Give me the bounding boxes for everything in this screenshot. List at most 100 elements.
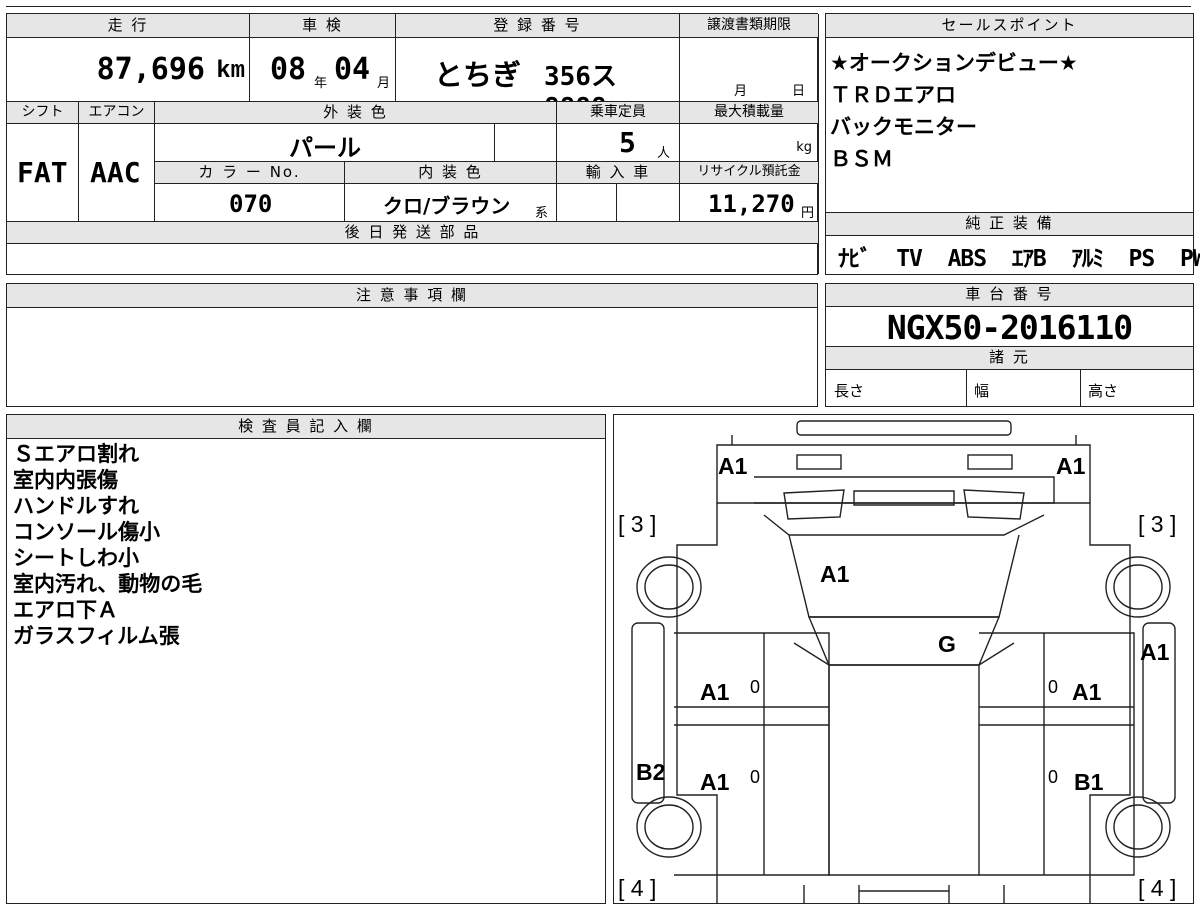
mark-side-left: B2 (636, 759, 666, 785)
ext-color-value: パール (289, 134, 361, 162)
ext-color-header: 外 装 色 (155, 102, 557, 124)
ext-color-cell: パール (155, 124, 495, 162)
inspector-line: ガラスフィルム張 (13, 624, 180, 648)
mark-zero-4: 0 (1048, 767, 1059, 787)
mileage-unit: km (216, 58, 245, 85)
sales-points-box: セールスポイント ★オークションデビュー★ ＴＲＤエアロ バックモニター ＢＳＭ (825, 13, 1194, 213)
mark-door-rr: B1 (1074, 769, 1104, 795)
inspection-year: 08 (270, 52, 307, 87)
mark-zero-3: 0 (750, 767, 761, 787)
import-cell-1 (557, 184, 617, 222)
inspector-list: Ｓエアロ割れ 室内内張傷 ハンドルすれ コンソール傷小 シートしわ小 室内汚れ、… (13, 441, 202, 649)
color-no-header: カ ラ ー No. (155, 162, 345, 184)
mileage-cell: 87,696 km (7, 38, 250, 102)
ac-cell: AAC (79, 124, 155, 222)
later-parts-header: 後 日 発 送 部 品 (7, 222, 819, 244)
color-no-value: 070 (229, 190, 273, 218)
mark-tire-rr: [ 4 ] (1138, 875, 1177, 901)
transfer-month: 月 (734, 84, 748, 99)
inspection-month: 04 (334, 52, 371, 87)
transfer-header: 譲渡書類期限 (680, 14, 819, 38)
mark-zero-1: 0 (750, 677, 761, 697)
inspector-line: エアロ下Ａ (13, 598, 118, 622)
car-diagram-box: A1 A1 [ 3 ] [ 3 ] A1 G A1 A1 0 0 A1 B2 A… (613, 414, 1194, 904)
chassis-header: 車 台 番 号 (826, 284, 1193, 307)
plate-cell: とちぎ 356ス8888 (396, 38, 680, 102)
chassis-number: NGX50-2016110 (886, 308, 1133, 347)
mark-zero-2: 0 (1048, 677, 1059, 697)
int-color-header: 内 装 色 (345, 162, 557, 184)
year-char: 年 (314, 76, 328, 91)
inspection-cell: 08 年 04 月 (250, 38, 396, 102)
sales-point-line: ＢＳＭ (830, 147, 893, 171)
mark-side-right: A1 (1140, 639, 1170, 665)
inspector-box: 検 査 員 記 入 欄 Ｓエアロ割れ 室内内張傷 ハンドルすれ コンソール傷小 … (6, 414, 606, 904)
capacity-unit: 人 (657, 146, 671, 161)
mark-door-rl: A1 (700, 769, 730, 795)
inspector-line: Ｓエアロ割れ (13, 442, 139, 466)
transfer-cell: 月 日 (680, 38, 819, 102)
car-outline (631, 420, 1176, 903)
mark-front-right: A1 (1056, 453, 1086, 479)
inspection-header: 車 検 (250, 14, 396, 38)
inspector-line: 室内汚れ、動物の毛 (13, 572, 203, 596)
month-char: 月 (377, 76, 391, 91)
plate-number: 356ス8888 (544, 62, 617, 101)
spec-length: 長さ (834, 382, 865, 400)
shift-value: FAT (17, 156, 68, 189)
equipment-box: 純 正 装 備 ﾅﾋﾞ TV ABS ｴｱB ｱﾙﾐ PS PW (825, 213, 1200, 275)
import-cell-2 (617, 184, 680, 222)
chassis-box: 車 台 番 号 NGX50-2016110 諸 元 長さ 幅 高さ (825, 283, 1194, 407)
recycle-value: 11,270 (708, 190, 795, 218)
recycle-header: リサイクル預託金 (680, 162, 819, 184)
int-color-value: クロ/ブラウン (383, 194, 511, 218)
equipment-header: 純 正 装 備 (826, 213, 1193, 236)
vehicle-info-table: 走 行 車 検 登 録 番 号 譲渡書類期限 87,696 km 08 年 04… (6, 13, 819, 275)
notes-box: 注 意 事 項 欄 (6, 283, 818, 407)
inspector-line: 室内内張傷 (13, 468, 118, 492)
recycle-unit: 円 (800, 206, 814, 221)
sales-point-line: ＴＲＤエアロ (830, 83, 956, 107)
int-color-suffix: 系 (535, 206, 549, 221)
max-load-cell: kg (680, 124, 819, 162)
inspector-line: シートしわ小 (13, 546, 139, 570)
mark-door-fr: A1 (1072, 679, 1102, 705)
registration-header: 登 録 番 号 (396, 14, 680, 38)
mileage-value: 87,696 (96, 52, 205, 87)
color-no-cell: 070 (155, 184, 345, 222)
max-load-unit: kg (796, 140, 812, 155)
mark-bonnet: A1 (820, 561, 850, 587)
sales-points-list: ★オークションデビュー★ ＴＲＤエアロ バックモニター ＢＳＭ (830, 47, 1078, 175)
mark-tire-fr: [ 3 ] (1138, 511, 1177, 537)
import-header: 輸 入 車 (557, 162, 680, 184)
sales-point-line: ★オークションデビュー★ (830, 51, 1078, 75)
ac-header: エアコン (79, 102, 155, 124)
spec-row: 長さ 幅 高さ (826, 370, 1193, 406)
mark-tire-fl: [ 3 ] (618, 511, 657, 537)
sales-points-header: セールスポイント (826, 14, 1193, 38)
inspector-header: 検 査 員 記 入 欄 (7, 415, 605, 439)
inspector-line: コンソール傷小 (13, 520, 160, 544)
sales-point-line: バックモニター (830, 115, 977, 139)
shift-header: シフト (7, 102, 79, 124)
inspector-line: ハンドルすれ (13, 494, 139, 518)
mark-front-left: A1 (718, 453, 748, 479)
top-strip (0, 0, 1200, 8)
plate-region: とちぎ (434, 58, 522, 92)
notes-header: 注 意 事 項 欄 (7, 284, 817, 308)
ext-color-extra (495, 124, 557, 162)
spec-width: 幅 (974, 382, 990, 400)
ac-value: AAC (90, 156, 141, 189)
spec-height: 高さ (1088, 382, 1119, 400)
mark-door-fl: A1 (700, 679, 730, 705)
capacity-value: 5 (619, 126, 636, 159)
mileage-header: 走 行 (7, 14, 250, 38)
spec-header: 諸 元 (826, 346, 1193, 370)
recycle-cell: 11,270 円 (680, 184, 819, 222)
max-load-header: 最大積載量 (680, 102, 819, 124)
mark-windshield: G (938, 631, 956, 657)
capacity-cell: 5 人 (557, 124, 680, 162)
shift-cell: FAT (7, 124, 79, 222)
transfer-day: 日 (792, 84, 806, 99)
later-parts-cell (7, 244, 819, 274)
